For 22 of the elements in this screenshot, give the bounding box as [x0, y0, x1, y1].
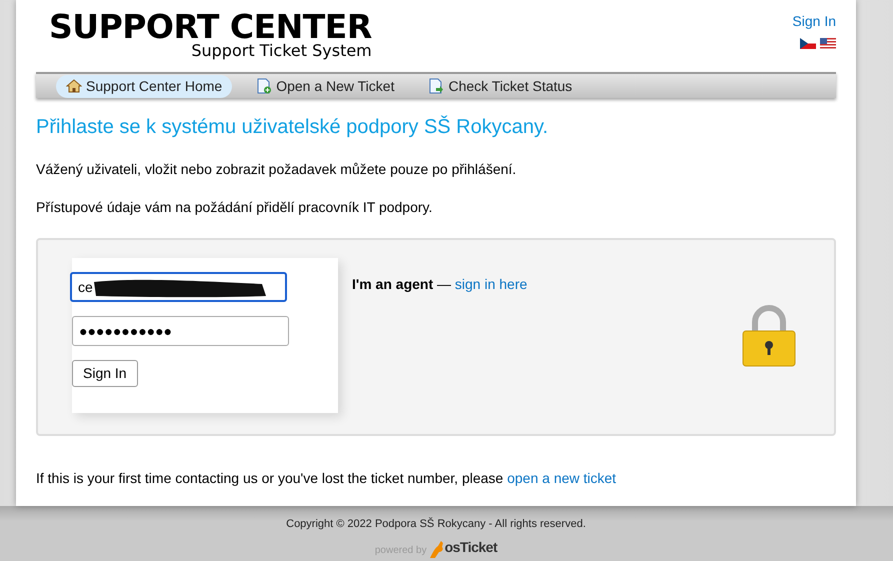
first-time-note: If this is your first time contacting us or you've lost the ticket number, please open a new ticket: [36, 469, 618, 488]
sign-in-button[interactable]: Sign In: [72, 360, 138, 387]
password-field[interactable]: ●●●●●●●●●●●: [72, 316, 289, 346]
czech-flag-icon[interactable]: [800, 38, 816, 49]
paragraph: Přístupové údaje vám na požádání přidělí pracovník IT podpory.: [36, 198, 434, 217]
paragraph: Vážený uživateli, vložit nebo zobrazit požadavek můžete pouze po přihlášení.: [36, 160, 518, 179]
nav-tab[interactable]: Support Center Home: [56, 74, 232, 98]
sign-in-link[interactable]: Sign In: [792, 11, 836, 32]
open-new-ticket-link[interactable]: open a new ticket: [507, 470, 616, 486]
page-heading: Přihlaste se k systému uživatelské podpory SŠ Rokycany.: [36, 115, 550, 139]
copyright-text: Copyright © 2022 Podpora SŠ Rokycany - All rights reserved.: [286, 516, 586, 532]
agent-sign-in-text: I'm an agent — sign in here: [352, 275, 528, 294]
logo-title: SUPPORT CENTER: [49, 10, 372, 43]
house-icon: [66, 79, 82, 93]
logo-subtitle: Support Ticket System: [191, 43, 372, 59]
nav-tab[interactable]: Open a New Ticket: [246, 74, 404, 98]
padlock-icon: [742, 304, 796, 368]
document-arrow-icon: [428, 78, 444, 94]
us-flag-icon[interactable]: [820, 38, 836, 49]
agent-sign-in-link[interactable]: sign in here: [454, 276, 528, 292]
nav-tab[interactable]: Check Ticket Status: [418, 74, 582, 98]
document-add-icon: [256, 78, 272, 94]
